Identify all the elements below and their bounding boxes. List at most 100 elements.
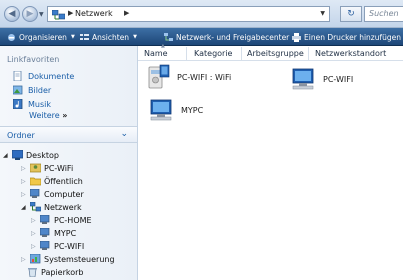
address-bar: ◀ ▶ ▼ ▶ Netzwerk ▶ ▼ ↻ Suchen — [0, 0, 403, 28]
network-item-pc-wifi[interactable]: PC-WIFI — [289, 68, 353, 90]
tree-item-computer[interactable]: ▷ Computer — [21, 188, 84, 200]
tree-label: PC-WiFi — [44, 163, 74, 173]
organize-icon — [8, 33, 15, 41]
file-list-pane[interactable]: ▲ Name Kategorie Arbeitsgruppe Netzwerks… — [138, 43, 403, 280]
computer-icon — [30, 189, 40, 198]
tree-item-pc-wifi[interactable]: ▷ PC-WIFI — [31, 240, 84, 252]
item-label: PC-WIFI — [323, 74, 354, 84]
forward-button[interactable]: ▶ — [22, 6, 38, 22]
favorite-music[interactable]: Musik — [13, 98, 51, 110]
tree-item-public[interactable]: ▷ Öffentlich — [21, 175, 83, 187]
network-item-pc-wifi-media[interactable]: PC-WIFI : WiFi — [147, 64, 231, 90]
collapsed-arrow-icon[interactable]: ▷ — [31, 217, 37, 224]
network-icon — [52, 10, 65, 20]
favorite-label: Musik — [28, 99, 51, 109]
network-icon — [30, 202, 41, 212]
computer-icon — [40, 228, 50, 237]
views-label: Ansichten — [92, 32, 130, 42]
more-favorites-link[interactable]: Weitere » — [29, 111, 67, 120]
tree-label: Öffentlich — [44, 176, 83, 186]
back-button[interactable]: ◀ — [4, 6, 20, 22]
tree-label: Papierkorb — [41, 267, 84, 277]
collapsed-arrow-icon[interactable]: ▷ — [21, 178, 27, 185]
column-divider[interactable] — [241, 47, 242, 60]
tree-label: MYPC — [54, 228, 77, 238]
column-divider[interactable] — [308, 47, 309, 60]
expanded-arrow-icon[interactable]: ◢ — [21, 204, 27, 211]
navigation-pane: Linkfavoriten Dokumente Bilder Musik Wei… — [0, 46, 138, 280]
organize-menu[interactable]: Organisieren ▼ — [7, 31, 75, 43]
breadcrumb-network[interactable]: Netzwerk — [75, 9, 113, 18]
media-device-icon — [148, 64, 170, 89]
computer-icon — [150, 99, 172, 121]
column-headers: ▲ Name Kategorie Arbeitsgruppe Netzwerks… — [138, 43, 403, 61]
tree-label: PC-WIFI — [54, 241, 85, 251]
folders-label: Ordner — [7, 131, 35, 140]
tree-item-network[interactable]: ◢ Netzwerk — [21, 201, 82, 213]
collapsed-arrow-icon[interactable]: ▷ — [21, 191, 27, 198]
tree-label: Systemsteuerung — [44, 254, 115, 264]
breadcrumb-separator-icon[interactable]: ▶ — [68, 9, 73, 17]
address-dropdown-icon[interactable]: ▼ — [320, 10, 325, 17]
views-menu[interactable]: Ansichten ▼ — [80, 31, 137, 43]
tree-item-recycle-bin[interactable]: Papierkorb — [27, 266, 84, 278]
computer-icon — [292, 68, 314, 90]
breadcrumb-separator-icon[interactable]: ▶ — [124, 9, 129, 17]
column-category[interactable]: Kategorie — [194, 49, 232, 58]
tree-item-control-panel[interactable]: ▷ Systemsteuerung — [21, 253, 115, 265]
favorites-header: Linkfavoriten — [7, 55, 60, 64]
column-name[interactable]: Name — [144, 49, 168, 58]
chevron-down-icon: ▼ — [133, 34, 137, 40]
tree-label: Computer — [44, 189, 84, 199]
column-network-location[interactable]: Netzwerkstandort — [315, 49, 386, 58]
address-box[interactable]: ▶ Netzwerk ▶ ▼ — [47, 6, 330, 22]
network-center-button[interactable]: Netzwerk- und Freigabecenter — [164, 31, 289, 43]
computer-icon — [40, 241, 50, 250]
tree-label: Desktop — [26, 150, 59, 160]
tree-item-desktop[interactable]: ◢ Desktop — [3, 149, 59, 161]
item-label: MYPC — [181, 105, 204, 115]
computer-icon — [40, 215, 50, 224]
collapsed-arrow-icon[interactable]: ▷ — [21, 256, 27, 263]
collapsed-arrow-icon[interactable]: ▷ — [31, 230, 37, 237]
documents-icon — [13, 71, 22, 81]
favorite-pictures[interactable]: Bilder — [13, 84, 51, 96]
collapsed-arrow-icon[interactable]: ▷ — [21, 165, 27, 172]
expanded-arrow-icon[interactable]: ◢ — [3, 152, 9, 159]
more-arrows-icon: » — [62, 111, 68, 120]
recycle-bin-icon — [28, 268, 37, 277]
printer-icon — [292, 32, 301, 42]
network-item-mypc[interactable]: MYPC — [147, 99, 203, 121]
folders-header[interactable]: Ordner ⌄ — [0, 126, 137, 143]
pictures-icon — [13, 85, 23, 95]
column-divider[interactable] — [186, 47, 187, 60]
control-panel-icon — [30, 254, 41, 264]
network-center-label: Netzwerk- und Freigabecenter — [176, 32, 290, 42]
music-icon — [13, 99, 23, 109]
desktop-icon — [12, 150, 23, 160]
favorite-label: Bilder — [28, 85, 52, 95]
tree-label: Netzwerk — [44, 202, 82, 212]
chevron-down-icon: ⌄ — [120, 129, 128, 139]
collapsed-arrow-icon[interactable]: ▷ — [31, 243, 37, 250]
organize-label: Organisieren — [19, 32, 67, 42]
search-input[interactable]: Suchen — [364, 6, 403, 22]
item-label: PC-WIFI : WiFi — [177, 72, 232, 82]
add-printer-button[interactable]: Einen Drucker hinzufügen — [292, 31, 401, 43]
tree-item-pc-home[interactable]: ▷ PC-HOME — [31, 214, 92, 226]
tree-item-pc-wifi-user[interactable]: ▷ PC-WiFi — [21, 162, 73, 174]
command-bar: Organisieren ▼ Ansichten ▼ Netzwerk- und… — [0, 28, 403, 46]
more-label: Weitere — [29, 111, 60, 120]
folder-icon — [30, 177, 41, 186]
recent-pages-dropdown[interactable]: ▼ — [39, 11, 44, 18]
favorite-documents[interactable]: Dokumente — [13, 70, 74, 82]
favorite-label: Dokumente — [28, 71, 75, 81]
chevron-down-icon: ▼ — [70, 34, 75, 40]
user-folder-icon — [30, 163, 41, 173]
refresh-button[interactable]: ↻ — [340, 6, 362, 22]
tree-label: PC-HOME — [54, 215, 92, 225]
tree-item-mypc[interactable]: ▷ MYPC — [31, 227, 76, 239]
network-center-icon — [164, 32, 173, 41]
column-workgroup[interactable]: Arbeitsgruppe — [247, 49, 304, 58]
views-icon — [80, 33, 89, 40]
